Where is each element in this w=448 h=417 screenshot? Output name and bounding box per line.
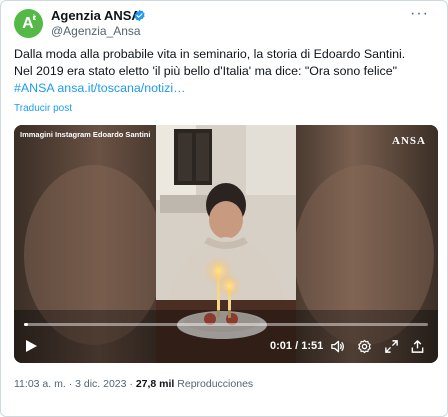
settings-icon[interactable]: [357, 339, 372, 354]
view-count: 27,8 mil: [135, 378, 175, 390]
view-count-label: Reproducciones: [177, 378, 254, 390]
post-meta: 11:03 a. m. · 3 dic. 2023 · 27,8 mil Rep…: [14, 378, 253, 390]
post-text: Dalla moda alla probabile vita in semina…: [14, 46, 439, 97]
video-progress-fill: [24, 323, 29, 326]
post-date[interactable]: 3 dic. 2023: [75, 378, 126, 390]
post-text-line-2: Nel 2019 era stato eletto 'il più bello …: [14, 64, 398, 78]
avatar-text: Ait: [22, 14, 36, 32]
fullscreen-icon[interactable]: [384, 339, 399, 354]
post-text-line-1: Dalla moda alla probabile vita in semina…: [14, 47, 406, 61]
share-icon[interactable]: [410, 339, 425, 354]
video-elapsed: 0:01: [270, 340, 293, 352]
hashtag-link[interactable]: #ANSA: [14, 81, 54, 95]
video-duration: 1:51: [301, 340, 324, 352]
account-handle[interactable]: @Agenzia_Ansa: [51, 24, 141, 38]
more-icon[interactable]: ···: [410, 5, 429, 23]
video-player[interactable]: Immagini Instagram Edoardo Santini ANSA …: [14, 125, 438, 363]
translate-post-link[interactable]: Traducir post: [14, 103, 72, 114]
video-progress-bar[interactable]: [24, 323, 428, 326]
post-time[interactable]: 11:03 a. m.: [14, 378, 66, 390]
video-caption: Immagini Instagram Edoardo Santini: [20, 130, 151, 139]
meta-separator-2: ·: [129, 378, 133, 390]
meta-separator: ·: [68, 378, 73, 390]
avatar[interactable]: Ait: [14, 9, 43, 38]
url-link[interactable]: ansa.it/toscana/notizi…: [57, 81, 185, 95]
verified-badge-icon: [134, 9, 145, 22]
post-card[interactable]: Ait Agenzia ANSA @Agenzia_Ansa ··· Dalla…: [0, 0, 448, 417]
play-icon[interactable]: [24, 339, 38, 353]
account-name[interactable]: Agenzia ANSA: [51, 8, 141, 23]
video-watermark-logo: ANSA: [392, 135, 426, 147]
volume-icon[interactable]: [330, 339, 345, 354]
video-time: 0:01 / 1:51: [270, 340, 324, 352]
video-frame: [14, 125, 438, 363]
